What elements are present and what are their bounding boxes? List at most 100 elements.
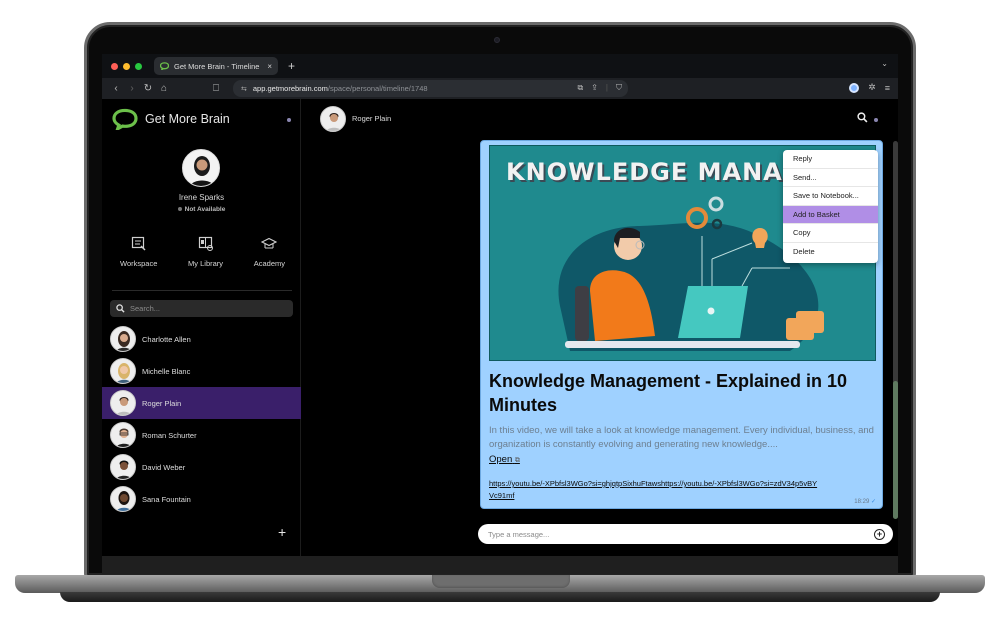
chat-contact-avatar[interactable] <box>320 106 346 132</box>
person-icon <box>189 156 215 186</box>
screen: Get More Brain - Timeline × + ⌄ ‹ › ↻ ⌂ … <box>102 54 898 556</box>
home-button[interactable]: ⌂ <box>156 83 172 94</box>
window-controls <box>111 62 142 70</box>
message-composer: + <box>478 524 893 544</box>
brand-logo-icon <box>112 108 138 130</box>
reload-button[interactable]: ↻ <box>140 83 156 94</box>
browser-tabbar: Get More Brain - Timeline × + ⌄ <box>102 54 898 78</box>
contact-name: David Weber <box>142 462 186 472</box>
chat-contact-name[interactable]: Roger Plain <box>352 114 391 123</box>
menu-icon[interactable]: ≡ <box>885 83 890 93</box>
quicklink-workspace[interactable]: Workspace <box>120 236 157 268</box>
tab-list-chevron-icon[interactable]: ⌄ <box>881 59 888 68</box>
back-button[interactable]: ‹ <box>108 83 124 94</box>
library-icon <box>198 236 213 251</box>
quicklink-label: Workspace <box>120 259 158 268</box>
profile-status[interactable]: Not Available <box>102 206 301 213</box>
laptop-notch <box>432 575 570 588</box>
quicklink-label: Academy <box>253 259 285 268</box>
chat-options-icon[interactable] <box>874 118 878 122</box>
avatar <box>110 422 136 448</box>
avatar <box>110 454 136 480</box>
time-text: 18:29 <box>854 499 870 505</box>
contact-item-sana-fountain[interactable]: Sana Fountain <box>102 483 301 515</box>
share-icon[interactable]: ⇪ <box>591 83 598 93</box>
separator: | <box>605 83 608 92</box>
chat-header: Roger Plain <box>302 99 898 137</box>
message-url[interactable]: https://youtu.be/-XPbfsl3WGo?si=ghjqtpSi… <box>489 478 819 502</box>
open-label: Open <box>489 454 513 465</box>
bookmark-icon[interactable]: ⎕ <box>208 83 224 94</box>
menu-item-reply[interactable]: Reply <box>783 150 878 169</box>
contact-name: Roman Schurter <box>142 430 197 440</box>
menu-item-save-to-notebook[interactable]: Save to Notebook... <box>783 187 878 206</box>
menu-item-add-to-basket[interactable]: Add to Basket <box>783 205 878 224</box>
profile-name: Irene Sparks <box>178 193 225 202</box>
menu-item-copy[interactable]: Copy <box>783 224 878 243</box>
address-bar[interactable]: ⇆ app.getmorebrain.com /space/personal/t… <box>233 80 628 97</box>
quicklink-academy[interactable]: Academy <box>254 236 285 268</box>
sidebar-divider <box>112 290 292 291</box>
brand[interactable]: Get More Brain <box>112 108 230 130</box>
message-title: Knowledge Management - Explained in 10 M… <box>489 371 848 415</box>
open-external-icon[interactable]: ⧉ <box>578 83 584 93</box>
search-input[interactable] <box>130 304 280 313</box>
quicklink-label: My Library <box>188 259 224 268</box>
tab-close-button[interactable]: × <box>267 62 272 71</box>
maximize-window-button[interactable] <box>135 62 142 70</box>
site-settings-icon[interactable]: ⇆ <box>241 85 247 93</box>
password-manager-icon[interactable] <box>849 82 860 93</box>
brand-logo-icon <box>160 62 169 70</box>
browser-toolbar: ‹ › ↻ ⌂ ⎕ ⇆ app.getmorebrain.com /space/… <box>102 78 898 99</box>
app: Get More Brain Irene Sparks Not Availabl… <box>102 99 898 556</box>
menu-item-delete[interactable]: Delete <box>783 243 878 262</box>
search-icon <box>116 304 125 313</box>
url-actions: ⧉ ⇪ | ⛉ <box>578 83 623 93</box>
contact-search[interactable] <box>110 300 293 317</box>
profile-avatar[interactable] <box>182 149 220 187</box>
graduation-cap-icon <box>261 237 278 249</box>
contact-item-david-weber[interactable]: David Weber <box>102 451 301 483</box>
toolbar-extensions: ✲ ≡ <box>849 82 890 93</box>
contact-list: Charlotte Allen Michelle Blanc Roger Pla… <box>102 323 301 515</box>
read-check-icon: ✓ <box>870 499 876 505</box>
avatar <box>110 390 136 416</box>
contact-item-roman-schurter[interactable]: Roman Schurter <box>102 419 301 451</box>
camera-icon <box>494 37 500 43</box>
sidebar-options-icon[interactable] <box>287 118 291 122</box>
laptop-base-shadow <box>60 592 940 602</box>
quicklink-my-library[interactable]: My Library <box>188 236 223 268</box>
workspace-icon <box>131 236 146 251</box>
contact-item-michelle-blanc[interactable]: Michelle Blanc <box>102 355 301 387</box>
contact-name: Sana Fountain <box>142 494 191 504</box>
quicklinks: Workspace My Library Academy <box>120 236 285 268</box>
contact-name: Roger Plain <box>142 398 182 408</box>
avatar <box>110 326 136 352</box>
add-contact-button[interactable]: + <box>278 524 286 540</box>
scrollbar-thumb[interactable] <box>893 381 898 519</box>
avatar <box>110 358 136 384</box>
contact-item-charlotte-allen[interactable]: Charlotte Allen <box>102 323 301 355</box>
open-link[interactable]: Open ⧉ <box>489 454 520 465</box>
context-menu: Reply Send... Save to Notebook... Add to… <box>783 150 878 263</box>
avatar <box>110 486 136 512</box>
browser-tab[interactable]: Get More Brain - Timeline × <box>154 57 278 75</box>
close-window-button[interactable] <box>111 62 118 70</box>
forward-button[interactable]: › <box>124 83 140 94</box>
sidebar: Get More Brain Irene Sparks Not Availabl… <box>102 99 301 556</box>
external-link-icon: ⧉ <box>514 457 520 464</box>
status-text: Not Available <box>184 206 226 213</box>
extensions-icon[interactable]: ✲ <box>868 82 876 93</box>
add-attachment-button[interactable]: + <box>874 528 885 540</box>
contact-item-roger-plain[interactable]: Roger Plain <box>102 387 301 419</box>
minimize-window-button[interactable] <box>123 62 130 70</box>
new-tab-button[interactable]: + <box>288 59 295 73</box>
message-input[interactable] <box>488 529 874 539</box>
chat-scrollbar[interactable] <box>893 141 898 519</box>
search-icon[interactable] <box>857 112 868 123</box>
menu-item-send[interactable]: Send... <box>783 169 878 187</box>
shield-icon[interactable]: ⛉ <box>616 83 622 93</box>
contact-name: Charlotte Allen <box>142 334 191 344</box>
contact-name: Michelle Blanc <box>142 366 191 376</box>
status-dot <box>177 207 182 212</box>
